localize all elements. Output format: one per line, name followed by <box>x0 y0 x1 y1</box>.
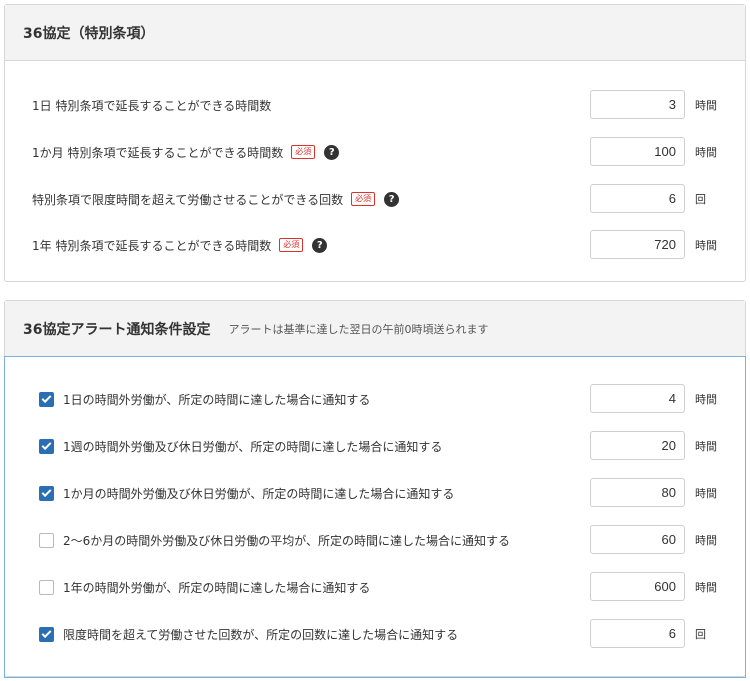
special-row-text: 1日 特別条項で延長することができる時間数 <box>32 98 272 113</box>
alert-settings-panel: 36協定アラート通知条件設定 アラートは基準に達した翌日の午前0時頃送られます … <box>4 300 746 678</box>
special-row-yearly: 1年 特別条項で延長することができる時間数 必須 ? 時間 <box>5 230 745 260</box>
alert-checkbox[interactable] <box>39 485 54 501</box>
alert-row-weekly: 1週の時間外労働及び休日労働が、所定の時間に達した場合に通知する 時間 <box>5 431 745 461</box>
required-badge: 必須 <box>291 145 316 159</box>
alert-row-label: 1日の時間外労働が、所定の時間に達した場合に通知する <box>63 392 371 407</box>
unit-label: 時間 <box>695 146 717 159</box>
monthly-extension-hours-input[interactable] <box>590 137 685 166</box>
alert-threshold-input[interactable] <box>590 572 685 601</box>
alert-checkbox[interactable] <box>39 532 54 548</box>
yearly-extension-hours-input[interactable] <box>590 230 685 259</box>
help-icon[interactable]: ? <box>312 237 328 253</box>
alert-settings-title: 36協定アラート通知条件設定 <box>23 321 211 338</box>
alert-row-label: 2〜6か月の時間外労働及び休日労働の平均が、所定の時間に達した場合に通知する <box>63 533 511 548</box>
alert-threshold-input[interactable] <box>590 431 685 460</box>
alert-settings-note: アラートは基準に達した翌日の午前0時頃送られます <box>228 322 489 336</box>
alert-threshold-input[interactable] <box>590 619 685 648</box>
alert-checkbox[interactable] <box>39 391 54 407</box>
special-row-monthly: 1か月 特別条項で延長することができる時間数 必須 ? 時間 <box>5 137 745 167</box>
alert-threshold-input[interactable] <box>590 525 685 554</box>
special-clause-panel: 36協定（特別条項） 1日 特別条項で延長することができる時間数 時間 1か月 … <box>4 4 746 282</box>
special-row-label: 1か月 特別条項で延長することができる時間数 必須 ? <box>32 144 340 161</box>
unit-label: 回 <box>695 628 706 641</box>
over-limit-count-input[interactable] <box>590 184 685 213</box>
required-badge: 必須 <box>279 238 304 252</box>
special-row-text: 1年 特別条項で延長することができる時間数 <box>32 238 272 253</box>
special-clause-title: 36協定（特別条項） <box>23 25 155 42</box>
check-icon <box>41 392 52 403</box>
required-badge: 必須 <box>351 192 376 206</box>
alert-row-count: 限度時間を超えて労働させた回数が、所定の回数に達した場合に通知する 回 <box>5 619 745 649</box>
alert-row-label: 1年の時間外労働が、所定の時間に達した場合に通知する <box>63 580 371 595</box>
alert-settings-body: 1日の時間外労働が、所定の時間に達した場合に通知する 時間 1週の時間外労働及び… <box>4 356 746 678</box>
daily-extension-hours-input[interactable] <box>590 90 685 119</box>
special-row-label: 特別条項で限度時間を超えて労働させることができる回数 必須 ? <box>32 191 400 208</box>
special-clause-header: 36協定（特別条項） <box>5 5 745 61</box>
alert-threshold-input[interactable] <box>590 478 685 507</box>
alert-row-monthly: 1か月の時間外労働及び休日労働が、所定の時間に達した場合に通知する 時間 <box>5 478 745 508</box>
alert-row-average: 2〜6か月の時間外労働及び休日労働の平均が、所定の時間に達した場合に通知する 時… <box>5 525 745 555</box>
special-row-text: 1か月 特別条項で延長することができる時間数 <box>32 145 284 160</box>
check-icon <box>41 486 52 497</box>
alert-settings-header: 36協定アラート通知条件設定 アラートは基準に達した翌日の午前0時頃送られます <box>5 301 745 357</box>
check-icon <box>41 439 52 450</box>
check-icon <box>41 627 52 638</box>
unit-label: 時間 <box>695 440 717 453</box>
alert-checkbox[interactable] <box>39 626 54 642</box>
alert-row-label: 限度時間を超えて労働させた回数が、所定の回数に達した場合に通知する <box>63 627 459 642</box>
unit-label: 時間 <box>695 239 717 252</box>
unit-label: 回 <box>695 193 706 206</box>
alert-checkbox[interactable] <box>39 438 54 454</box>
alert-threshold-input[interactable] <box>590 384 685 413</box>
unit-label: 時間 <box>695 534 717 547</box>
special-row-text: 特別条項で限度時間を超えて労働させることができる回数 <box>32 192 344 207</box>
special-row-label: 1日 特別条項で延長することができる時間数 <box>32 97 271 114</box>
help-icon[interactable]: ? <box>324 144 340 160</box>
alert-checkbox[interactable] <box>39 579 54 595</box>
alert-row-daily: 1日の時間外労働が、所定の時間に達した場合に通知する 時間 <box>5 384 745 414</box>
alert-row-label: 1か月の時間外労働及び休日労働が、所定の時間に達した場合に通知する <box>63 486 455 501</box>
unit-label: 時間 <box>695 393 717 406</box>
alert-row-label: 1週の時間外労働及び休日労働が、所定の時間に達した場合に通知する <box>63 439 443 454</box>
special-row-daily: 1日 特別条項で延長することができる時間数 時間 <box>5 90 745 120</box>
unit-label: 時間 <box>695 487 717 500</box>
special-row-label: 1年 特別条項で延長することができる時間数 必須 ? <box>32 237 328 254</box>
special-row-count: 特別条項で限度時間を超えて労働させることができる回数 必須 ? 回 <box>5 184 745 214</box>
unit-label: 時間 <box>695 581 717 594</box>
unit-label: 時間 <box>695 99 717 112</box>
alert-row-yearly: 1年の時間外労働が、所定の時間に達した場合に通知する 時間 <box>5 572 745 602</box>
help-icon[interactable]: ? <box>384 191 400 207</box>
